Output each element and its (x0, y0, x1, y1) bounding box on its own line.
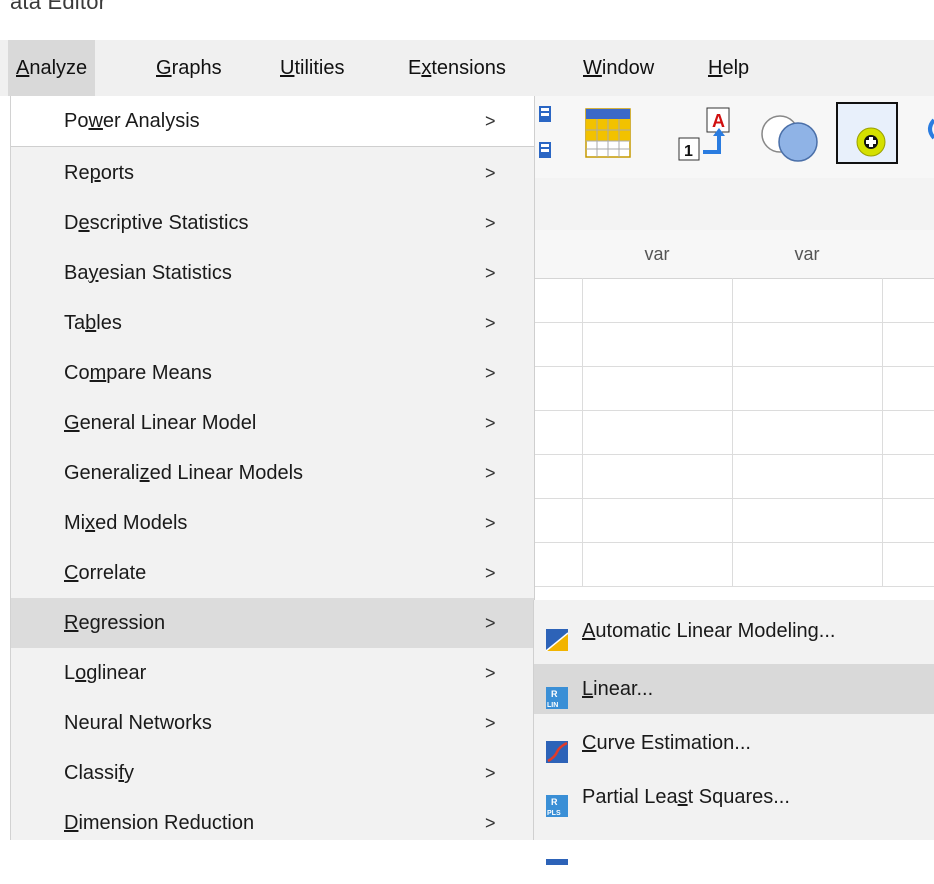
table-row (530, 278, 934, 323)
menu-item-correlate[interactable]: Correlate > (11, 548, 534, 598)
menu-item-compare-means[interactable]: Compare Means > (11, 348, 534, 398)
menu-item-bayesian-statistics[interactable]: Bayesian Statistics > (11, 248, 534, 298)
menu-item-label: Tables (64, 312, 122, 334)
menu-item-regression[interactable]: Regression > (11, 598, 534, 648)
menu-help[interactable]: Help (700, 40, 757, 96)
menu-item-linear[interactable]: R LIN Linear... (534, 664, 934, 714)
menu-item-mixed-models[interactable]: Mixed Models > (11, 498, 534, 548)
table-row (530, 542, 934, 587)
svg-text:LIN: LIN (547, 702, 558, 709)
menu-item-label: Classify (64, 762, 135, 784)
svg-text:1: 1 (684, 143, 693, 160)
menu-item-partial[interactable] (534, 826, 934, 865)
menu-item-label: Linear... (582, 678, 654, 700)
table-row (530, 410, 934, 455)
submenu-arrow-icon: > (485, 463, 496, 483)
submenu-arrow-icon: > (485, 663, 496, 683)
submenu-arrow-icon: > (485, 213, 496, 233)
menu-graphs[interactable]: Graphs (148, 40, 230, 96)
menu-item-label: General Linear Model (64, 412, 257, 434)
menu-window[interactable]: Window (575, 40, 662, 96)
menu-item-curve-estimation[interactable]: Curve Estimation... (534, 718, 934, 768)
svg-text:PLS: PLS (547, 810, 561, 817)
submenu-arrow-icon: > (485, 613, 496, 633)
menu-item-label: Automatic Linear Modeling... (582, 620, 836, 642)
submenu-arrow-icon: > (485, 413, 496, 433)
linear-regression-icon: R LIN (546, 678, 568, 709)
toolbar-overflow-icon (926, 118, 934, 140)
cell-editor-strip (530, 178, 934, 231)
menu-item-automatic-linear-modeling[interactable]: Automatic Linear Modeling... (534, 606, 934, 656)
menu-bar: Analyze Graphs Utilities Extensions Wind… (0, 40, 934, 96)
menu-item-label: Generalized Linear Models (64, 462, 304, 484)
submenu-arrow-icon: > (485, 713, 496, 733)
menu-item-label: Regression (64, 612, 166, 634)
automatic-linear-modeling-icon (545, 620, 569, 652)
grid-icon[interactable] (538, 104, 552, 166)
window-title: ata Editor (10, 0, 107, 14)
menu-item-label: Bayesian Statistics (64, 262, 232, 284)
svg-text:R: R (551, 689, 558, 699)
menu-item-label: Descriptive Statistics (64, 212, 249, 234)
table-row (530, 366, 934, 411)
regression-submenu: Automatic Linear Modeling... R LIN Linear… (533, 600, 934, 865)
submenu-arrow-icon: > (485, 111, 496, 131)
menu-item-label: Reports (64, 162, 135, 184)
menu-item-tables[interactable]: Tables > (11, 298, 534, 348)
menu-item-power-analysis[interactable]: Power Analysis > (11, 96, 534, 147)
table-row (530, 322, 934, 367)
svg-text:R: R (551, 797, 558, 807)
row-header-corner (530, 230, 583, 279)
submenu-arrow-icon: > (485, 163, 496, 183)
data-grid: var var (530, 178, 934, 598)
submenu-arrow-icon: > (485, 313, 496, 333)
submenu-arrow-icon: > (485, 813, 496, 833)
menu-item-generalized-linear-models[interactable]: Generalized Linear Models > (11, 448, 534, 498)
menu-item-classify[interactable]: Classify > (11, 748, 534, 798)
column-header-var-1[interactable]: var (582, 230, 733, 279)
menu-item-descriptive-statistics[interactable]: Descriptive Statistics > (11, 198, 534, 248)
curve-estimation-icon (546, 732, 568, 763)
menu-extensions[interactable]: Extensions (400, 40, 514, 96)
table-row (530, 454, 934, 499)
menu-item-reports[interactable]: Reports > (11, 148, 534, 198)
venn-circles-icon[interactable] (758, 108, 822, 164)
menu-item-general-linear-model[interactable]: General Linear Model > (11, 398, 534, 448)
submenu-arrow-icon: > (485, 563, 496, 583)
menu-item-label: Neural Networks (64, 712, 212, 734)
menu-item-label: Power Analysis (64, 110, 200, 132)
menu-item-neural-networks[interactable]: Neural Networks > (11, 698, 534, 748)
menu-item-partial-least-squares[interactable]: R PLS Partial Least Squares... (534, 772, 934, 822)
menu-item-label: Loglinear (64, 662, 147, 684)
analyze-menu: Power Analysis > Reports > Descriptive S… (10, 96, 535, 840)
sort-by-label-icon[interactable]: A 1 (675, 106, 735, 164)
submenu-arrow-icon: > (485, 513, 496, 533)
truncated-menu-icon (546, 834, 568, 865)
submenu-arrow-icon: > (485, 263, 496, 283)
menu-item-label: Correlate (64, 562, 147, 584)
menu-item-label: Mixed Models (64, 512, 188, 534)
menu-item-label: Dimension Reduction (64, 812, 255, 834)
add-variable-icon[interactable] (836, 102, 898, 164)
table-row (530, 498, 934, 543)
menu-item-label: Curve Estimation... (582, 732, 751, 754)
menu-item-loglinear[interactable]: Loglinear > (11, 648, 534, 698)
partial-least-squares-icon: R PLS (546, 786, 568, 817)
column-header-var-2[interactable]: var (732, 230, 883, 279)
svg-text:A: A (712, 111, 725, 131)
submenu-arrow-icon: > (485, 363, 496, 383)
menu-item-label: Compare Means (64, 362, 212, 384)
menu-analyze[interactable]: Analyze (8, 40, 96, 96)
menu-utilities[interactable]: Utilities (272, 40, 352, 96)
menu-item-label: Partial Least Squares... (582, 786, 790, 808)
chart-table-icon[interactable] (585, 108, 631, 158)
column-header-var-3[interactable] (882, 230, 934, 279)
menu-item-dimension-reduction[interactable]: Dimension Reduction > (11, 798, 534, 848)
toolbar: A 1 (530, 96, 934, 178)
submenu-arrow-icon: > (485, 763, 496, 783)
